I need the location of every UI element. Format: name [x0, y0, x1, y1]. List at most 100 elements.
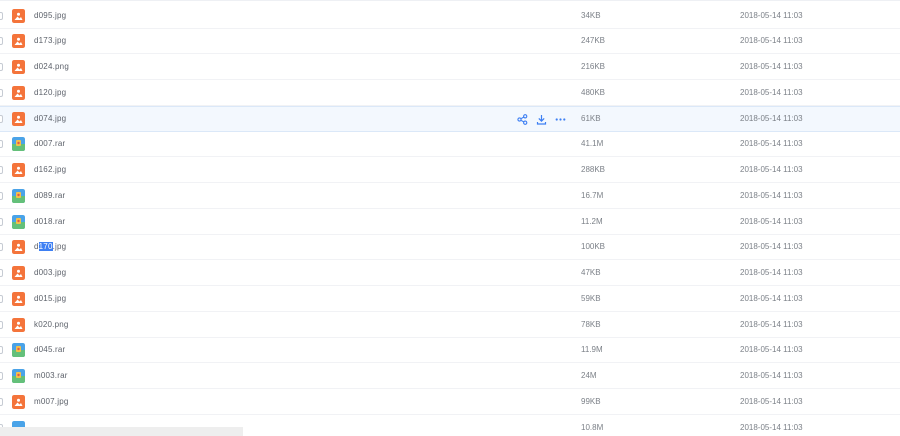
- file-name[interactable]: d089.rar: [34, 191, 65, 200]
- file-date: 2018-05-14 11:03: [740, 345, 803, 354]
- archive-file-icon: [12, 369, 25, 383]
- row-checkbox[interactable]: [0, 37, 3, 45]
- file-size: 78KB: [581, 320, 601, 329]
- row-checkbox[interactable]: [0, 115, 3, 123]
- selected-text: 170: [38, 242, 53, 251]
- file-date: 2018-05-14 11:03: [740, 191, 803, 200]
- file-name[interactable]: d173.jpg: [34, 36, 66, 45]
- file-date: 2018-05-14 11:03: [740, 242, 803, 251]
- image-file-icon: [12, 112, 25, 126]
- file-date: 2018-05-14 11:03: [740, 62, 803, 71]
- file-name[interactable]: d170.jpg: [34, 242, 66, 251]
- file-name[interactable]: d074.jpg: [34, 114, 66, 123]
- file-size: 11.2M: [581, 217, 603, 226]
- file-size: 61KB: [581, 114, 601, 123]
- row-checkbox[interactable]: [0, 372, 3, 380]
- file-name[interactable]: d003.jpg: [34, 268, 66, 277]
- download-icon[interactable]: [536, 114, 547, 125]
- file-size: 41.1M: [581, 139, 604, 148]
- file-name[interactable]: k020.png: [34, 320, 69, 329]
- row-checkbox[interactable]: [0, 243, 3, 251]
- row-checkbox[interactable]: [0, 398, 3, 406]
- file-size: 16.7M: [581, 191, 604, 200]
- file-name[interactable]: d120.jpg: [34, 88, 66, 97]
- row-actions: [517, 113, 566, 125]
- file-name[interactable]: d045.rar: [34, 345, 65, 354]
- row-checkbox[interactable]: [0, 346, 3, 354]
- file-name[interactable]: d007.rar: [34, 139, 65, 148]
- file-name[interactable]: d024.png: [34, 62, 69, 71]
- image-file-icon: [12, 163, 25, 177]
- share-icon[interactable]: [517, 113, 528, 125]
- file-name[interactable]: d162.jpg: [34, 165, 66, 174]
- file-row[interactable]: d162.jpg 288KB 2018-05-14 11:03: [0, 158, 900, 183]
- file-size: 288KB: [581, 165, 606, 174]
- image-file-icon: [12, 60, 25, 74]
- file-row[interactable]: d170.jpg 100KB 2018-05-14 11:03: [0, 235, 900, 260]
- file-size: 59KB: [581, 294, 601, 303]
- image-file-icon: [12, 292, 25, 306]
- file-size: 480KB: [581, 88, 606, 97]
- file-date: 2018-05-14 11:03: [740, 139, 803, 148]
- file-name[interactable]: d015.jpg: [34, 294, 66, 303]
- file-row[interactable]: d007.rar 41.1M 2018-05-14 11:03: [0, 132, 900, 157]
- row-checkbox[interactable]: [0, 140, 3, 148]
- file-date: 2018-05-14 11:03: [740, 320, 803, 329]
- file-name-end: .jpg: [52, 242, 67, 251]
- row-checkbox[interactable]: [0, 63, 3, 71]
- file-name[interactable]: m007.jpg: [34, 397, 69, 406]
- image-file-icon: [12, 318, 25, 332]
- file-row[interactable]: d074.jpg 61KB 2018-05-14 11:03: [0, 106, 900, 132]
- file-row[interactable]: d095.jpg 34KB 2018-05-14 11:03: [0, 4, 900, 29]
- file-row[interactable]: k020.png 78KB 2018-05-14 11:03: [0, 313, 900, 338]
- row-checkbox[interactable]: [0, 166, 3, 174]
- file-row[interactable]: d003.jpg 47KB 2018-05-14 11:03: [0, 261, 900, 286]
- file-date: 2018-05-14 11:03: [740, 88, 803, 97]
- file-size: 11.9M: [581, 345, 603, 354]
- file-row[interactable]: m003.rar 24M 2018-05-14 11:03: [0, 364, 900, 389]
- image-file-icon: [12, 86, 25, 100]
- image-file-icon: [12, 395, 25, 409]
- archive-file-icon: [12, 343, 25, 357]
- file-size: 247KB: [581, 36, 606, 45]
- file-size: 47KB: [581, 268, 601, 277]
- file-name[interactable]: m003.rar: [34, 371, 68, 380]
- image-file-icon: [12, 266, 25, 280]
- image-file-icon: [12, 34, 25, 48]
- file-size: 100KB: [581, 242, 606, 251]
- row-checkbox[interactable]: [0, 269, 3, 277]
- file-row[interactable]: d173.jpg 247KB 2018-05-14 11:03: [0, 29, 900, 54]
- more-icon[interactable]: [555, 114, 566, 125]
- file-row[interactable]: d045.rar 11.9M 2018-05-14 11:03: [0, 338, 900, 363]
- file-row[interactable]: d024.png 216KB 2018-05-14 11:03: [0, 55, 900, 80]
- file-date: 2018-05-14 11:03: [740, 11, 803, 20]
- image-file-icon: [12, 240, 25, 254]
- file-date: 2018-05-14 11:03: [740, 397, 803, 406]
- file-row[interactable]: d015.jpg 59KB 2018-05-14 11:03: [0, 287, 900, 312]
- file-date: 2018-05-14 11:03: [740, 371, 803, 380]
- file-date: 2018-05-14 11:03: [740, 294, 803, 303]
- archive-file-icon: [12, 189, 25, 203]
- file-size: 10.8M: [581, 423, 604, 432]
- row-checkbox[interactable]: [0, 295, 3, 303]
- file-row[interactable]: d120.jpg 480KB 2018-05-14 11:03: [0, 81, 900, 106]
- file-size: 99KB: [581, 397, 601, 406]
- row-checkbox[interactable]: [0, 218, 3, 226]
- image-file-icon: [12, 9, 25, 23]
- file-name[interactable]: d018.rar: [34, 217, 65, 226]
- file-date: 2018-05-14 11:03: [740, 423, 803, 432]
- file-row[interactable]: d018.rar 11.2M 2018-05-14 11:03: [0, 210, 900, 235]
- file-row[interactable]: d089.rar 16.7M 2018-05-14 11:03: [0, 184, 900, 209]
- file-name[interactable]: d095.jpg: [34, 11, 66, 20]
- file-date: 2018-05-14 11:03: [740, 268, 803, 277]
- file-row[interactable]: m007.jpg 99KB 2018-05-14 11:03: [0, 390, 900, 415]
- row-checkbox[interactable]: [0, 12, 3, 20]
- file-size: 216KB: [581, 62, 606, 71]
- archive-file-icon: [12, 137, 25, 151]
- file-date: 2018-05-14 11:03: [740, 114, 803, 123]
- archive-file-icon: [12, 215, 25, 229]
- row-checkbox[interactable]: [0, 192, 3, 200]
- row-checkbox[interactable]: [0, 89, 3, 97]
- file-size: 24M: [581, 371, 597, 380]
- row-checkbox[interactable]: [0, 321, 3, 329]
